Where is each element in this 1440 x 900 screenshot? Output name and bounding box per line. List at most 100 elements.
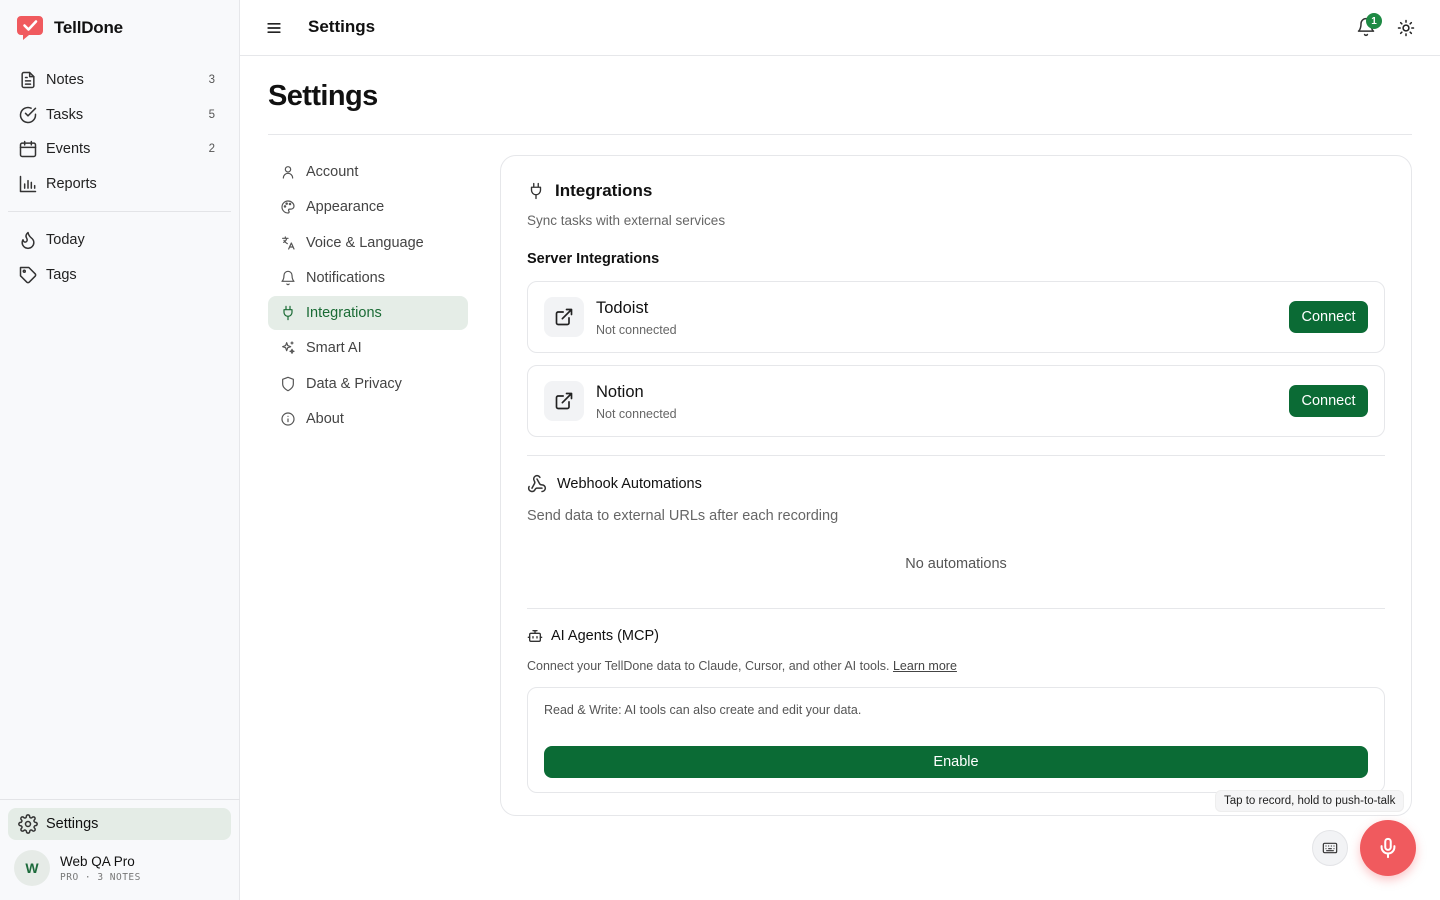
avatar: W — [14, 850, 50, 886]
section-subtitle: Sync tasks with external services — [527, 213, 726, 228]
check-circle-icon — [19, 106, 37, 123]
sidebar-item-label: Reports — [46, 175, 97, 192]
topbar: Settings 1 — [240, 0, 1440, 56]
section-title: AI Agents (MCP) — [551, 628, 659, 644]
flame-icon — [21, 231, 35, 250]
service-name: Todoist — [596, 299, 649, 317]
telldone-logo-icon — [17, 16, 43, 40]
section-title: Webhook Automations — [557, 476, 702, 492]
info-icon — [281, 412, 295, 426]
user-profile[interactable]: W Web QA Pro PRO · 3 NOTES — [14, 850, 141, 886]
sidebar-item-label: Today — [46, 232, 85, 248]
connect-todoist-button[interactable]: Connect — [1289, 301, 1368, 333]
secondary-nav: Today Tags — [8, 224, 231, 293]
sidebar-item-count: 5 — [208, 108, 215, 121]
service-status: Not connected — [596, 323, 677, 337]
sidebar-item-notes[interactable]: Notes 3 — [8, 64, 231, 96]
mcp-header: AI Agents (MCP) — [527, 628, 659, 644]
tab-integrations[interactable]: Integrations — [268, 296, 468, 331]
connect-notion-button[interactable]: Connect — [1289, 385, 1368, 417]
sidebar-item-label: Tasks — [46, 106, 84, 123]
notification-badge: 1 — [1366, 13, 1382, 29]
user-plan: PRO · 3 NOTES — [60, 871, 141, 883]
plug-icon — [530, 182, 542, 200]
sidebar-item-count: 3 — [208, 74, 215, 86]
webhook-header: Webhook Automations — [527, 474, 702, 494]
brand[interactable]: TellDone — [16, 14, 123, 42]
sidebar-item-reports[interactable]: Reports — [8, 168, 231, 200]
palette-icon — [281, 200, 295, 214]
settings-nav: Account Appearance Voice & Language Noti… — [268, 155, 468, 437]
tab-voice-language[interactable]: Voice & Language — [268, 226, 468, 260]
sidebar-item-tasks[interactable]: Tasks 5 — [8, 99, 231, 131]
tab-notifications[interactable]: Notifications — [268, 261, 468, 295]
mcp-description: Connect your TellDone data to Claude, Cu… — [527, 659, 957, 673]
tab-label: Smart AI — [306, 340, 362, 357]
tab-label: Integrations — [306, 305, 382, 322]
menu-icon[interactable] — [264, 18, 284, 38]
sidebar-item-label: Tags — [46, 266, 77, 283]
main-nav: Notes 3 Tasks 5 Events 2 Reports — [8, 64, 231, 202]
page-title: Settings — [268, 80, 378, 112]
mcp-description-text: Connect your TellDone data to Claude, Cu… — [527, 659, 890, 673]
tab-data-privacy[interactable]: Data & Privacy — [268, 367, 468, 401]
section-divider — [527, 455, 1385, 456]
service-name: Notion — [596, 383, 644, 401]
sidebar-item-settings[interactable]: Settings — [8, 808, 231, 840]
sidebar: TellDone Notes 3 Tasks 5 Events 2 Report… — [0, 0, 240, 900]
file-text-icon — [21, 71, 35, 89]
tab-label: About — [306, 411, 344, 428]
brand-name: TellDone — [54, 18, 123, 37]
calendar-icon — [19, 140, 37, 158]
title-divider — [268, 134, 1412, 135]
tab-label: Account — [306, 164, 359, 180]
tab-appearance[interactable]: Appearance — [268, 190, 468, 224]
plug-icon — [283, 305, 293, 321]
tab-label: Appearance — [306, 199, 385, 216]
learn-more-link[interactable]: Learn more — [893, 659, 957, 673]
keyboard-icon — [1322, 842, 1338, 854]
sidebar-divider — [8, 211, 231, 212]
sidebar-item-today[interactable]: Today — [8, 224, 231, 256]
keyboard-button[interactable] — [1312, 830, 1348, 866]
sparkles-icon — [282, 341, 295, 355]
bell-icon — [281, 270, 295, 286]
gear-icon — [18, 814, 38, 834]
webhook-icon — [527, 474, 546, 493]
integration-todoist: Todoist Not connected Connect — [527, 281, 1385, 353]
external-link-icon — [544, 381, 584, 421]
mcp-box: Read & Write: AI tools can also create a… — [527, 687, 1385, 793]
server-integrations-heading: Server Integrations — [527, 251, 660, 267]
sidebar-item-count: 2 — [208, 143, 215, 155]
sun-icon[interactable] — [1396, 18, 1416, 38]
integration-notion: Notion Not connected Connect — [527, 365, 1385, 437]
shield-icon — [282, 376, 294, 392]
empty-state: No automations — [905, 556, 1007, 572]
section-subtitle: Send data to external URLs after each re… — [527, 508, 839, 524]
sidebar-bottom-divider — [0, 799, 240, 800]
bot-icon — [527, 630, 543, 642]
section-divider — [527, 608, 1385, 609]
tab-about[interactable]: About — [268, 402, 468, 436]
sidebar-item-label: Settings — [46, 816, 99, 832]
languages-icon — [282, 235, 295, 250]
integrations-panel: Integrations Sync tasks with external se… — [500, 155, 1412, 816]
enable-mcp-button[interactable]: Enable — [544, 746, 1368, 778]
sidebar-item-tags[interactable]: Tags — [8, 259, 231, 291]
record-button[interactable] — [1360, 820, 1416, 876]
tab-account[interactable]: Account — [268, 155, 468, 189]
sidebar-item-events[interactable]: Events 2 — [8, 133, 231, 165]
tab-smart-ai[interactable]: Smart AI — [268, 331, 468, 365]
tag-icon — [19, 266, 37, 283]
user-name: Web QA Pro — [60, 853, 135, 869]
sidebar-item-label: Events — [46, 141, 91, 157]
tab-label: Data & Privacy — [306, 375, 402, 392]
section-title: Integrations — [555, 181, 653, 200]
sidebar-item-label: Notes — [46, 72, 84, 88]
microphone-icon — [1380, 837, 1396, 859]
integrations-header: Integrations — [527, 181, 652, 201]
mcp-permission-note: Read & Write: AI tools can also create a… — [544, 703, 862, 717]
user-icon — [282, 166, 294, 179]
bar-chart-icon — [19, 175, 37, 192]
topbar-title: Settings — [308, 17, 376, 36]
